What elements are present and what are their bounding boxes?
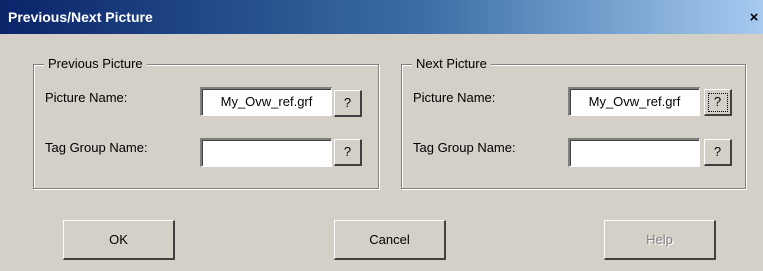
next-picture-name-browse-button[interactable]: ? [704, 89, 732, 116]
cancel-button[interactable]: Cancel [334, 220, 446, 260]
previous-picture-name-input[interactable]: My_Ovw_ref.grf [200, 87, 332, 116]
next-tag-group-browse-button[interactable]: ? [704, 139, 732, 166]
next-picture-name-input[interactable]: My_Ovw_ref.grf [568, 87, 700, 116]
next-tag-group-label: Tag Group Name: [413, 140, 516, 155]
previous-tag-group-browse-button[interactable]: ? [334, 139, 362, 166]
previous-picture-group: Previous Picture [33, 56, 379, 189]
previous-picture-name-browse-button[interactable]: ? [334, 90, 362, 117]
previous-picture-legend: Previous Picture [44, 56, 147, 71]
previous-tag-group-input[interactable] [200, 138, 332, 167]
previous-picture-name-label: Picture Name: [45, 90, 128, 105]
help-button[interactable]: Help [604, 220, 716, 260]
next-picture-group: Next Picture [401, 56, 746, 189]
previous-tag-group-label: Tag Group Name: [45, 140, 148, 155]
close-icon[interactable]: × [747, 10, 761, 26]
next-picture-name-label: Picture Name: [413, 90, 496, 105]
next-picture-legend: Next Picture [412, 56, 491, 71]
ok-button[interactable]: OK [63, 220, 175, 260]
window-title: Previous/Next Picture [8, 9, 153, 25]
next-tag-group-input[interactable] [568, 138, 700, 167]
title-bar: Previous/Next Picture × [0, 0, 763, 34]
